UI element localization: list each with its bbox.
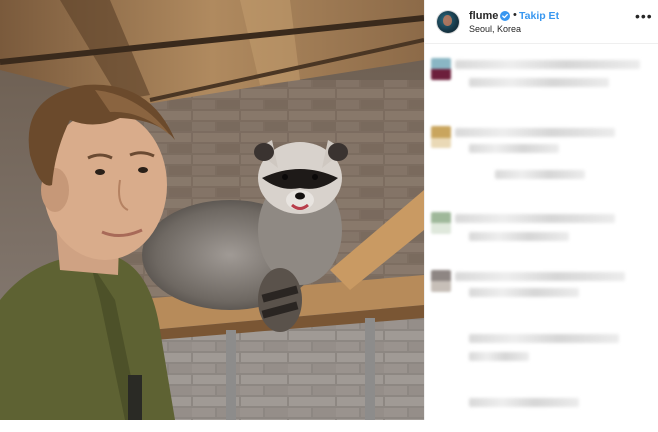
comment-row-blurred: [425, 124, 658, 179]
comment-avatar: [431, 126, 451, 148]
more-options-icon[interactable]: •••: [635, 9, 652, 24]
comment-text-blurred: [455, 214, 615, 223]
post-photo-illustration: [0, 0, 424, 420]
post-sidebar: flume • Takip Et Seoul, Korea •••: [424, 0, 658, 420]
comment-text-blurred: [469, 352, 529, 361]
post-header: flume • Takip Et Seoul, Korea •••: [425, 0, 658, 44]
comment-text-blurred: [469, 398, 579, 407]
comment-text-blurred: [469, 144, 559, 153]
comment-text-blurred: [469, 288, 579, 297]
comment-text-blurred: [455, 272, 625, 281]
comment-avatar: [431, 212, 451, 234]
location-link[interactable]: Seoul, Korea: [469, 24, 521, 34]
follow-button[interactable]: Takip Et: [519, 10, 559, 22]
verified-badge-icon: [500, 11, 510, 21]
comment-text-blurred: [455, 60, 640, 69]
comment-avatar: [431, 58, 451, 80]
comment-text-blurred: [469, 232, 569, 241]
comment-text-blurred: [469, 78, 609, 87]
comment-row-blurred: [425, 268, 658, 308]
comment-row-blurred: [425, 56, 658, 96]
comment-row-blurred: [425, 392, 658, 432]
comment-text-blurred: [495, 170, 585, 179]
profile-avatar[interactable]: [437, 11, 459, 33]
comment-text-blurred: [455, 128, 615, 137]
post-image[interactable]: [0, 0, 424, 420]
username[interactable]: flume: [469, 10, 498, 22]
comment-avatar: [431, 270, 451, 292]
separator-dot: •: [513, 9, 517, 21]
comment-row-blurred: [425, 210, 658, 250]
comment-text-blurred: [469, 334, 619, 343]
comment-row-blurred: [425, 330, 658, 370]
